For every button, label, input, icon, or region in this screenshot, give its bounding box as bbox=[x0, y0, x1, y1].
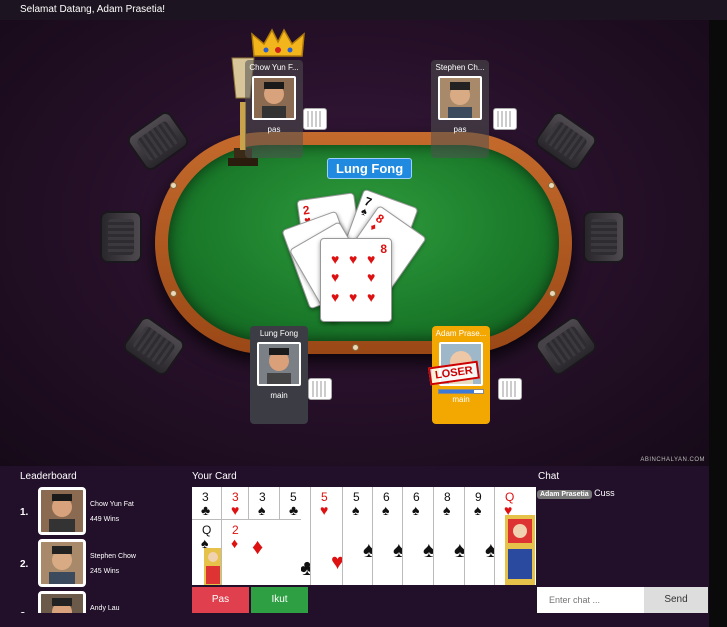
player-status: main bbox=[452, 395, 470, 404]
chair bbox=[124, 108, 192, 174]
leaderboard-entry: 3. Andy Lau bbox=[20, 591, 170, 613]
card-pip: ♥ bbox=[349, 289, 358, 305]
card-pip: ♥ bbox=[367, 269, 376, 285]
leaderboard-avatar bbox=[38, 539, 86, 587]
player-name: Stephen Ch... bbox=[435, 63, 485, 72]
card-suit: ♣ bbox=[289, 502, 299, 518]
leaderboard-rank: 2. bbox=[20, 559, 29, 570]
played-card: 8 ♥ ♥ ♥ ♥ ♥ ♥ ♥ ♥ bbox=[320, 238, 392, 322]
pass-button[interactable]: Pas bbox=[192, 587, 249, 613]
card-suit: ♥ bbox=[231, 502, 240, 518]
player-seat-bottom-left: Lung Fong main bbox=[250, 326, 308, 424]
card-pip: ♥ bbox=[349, 251, 358, 267]
player-seat-top-right: Stephen Ch... pas bbox=[431, 60, 489, 158]
chat-username: Adam Prasetia bbox=[537, 490, 592, 499]
card-stack-icon bbox=[498, 378, 522, 400]
rim-light bbox=[170, 290, 177, 297]
top-bar: Selamat Datang, Adam Prasetia! bbox=[0, 0, 727, 20]
card-stack-icon bbox=[493, 108, 517, 130]
chat-input[interactable] bbox=[537, 587, 644, 613]
rim-light bbox=[170, 182, 177, 189]
card-pip: ♥ bbox=[331, 269, 340, 285]
card-suit: ♠ bbox=[474, 502, 482, 518]
card-suit: ♥ bbox=[320, 502, 329, 518]
turn-timer-bar bbox=[438, 389, 484, 394]
rim-light bbox=[549, 290, 556, 297]
send-button[interactable]: Send bbox=[644, 587, 708, 613]
leaderboard-name: Chow Yun Fat bbox=[90, 501, 134, 508]
hand-cards: 3 ♣ 3 ♥ 3 ♠ 5 ♣ ♣ 5 ♥ ♥ 5 ♠ ♠ 6 ♠ ♠ 6 ♠ … bbox=[192, 487, 536, 585]
hand-title: Your Card bbox=[192, 471, 237, 482]
chair bbox=[532, 313, 600, 379]
queen-face-icon bbox=[505, 515, 535, 585]
card-pip: ♥ bbox=[367, 251, 376, 267]
leaderboard-name: Andy Lau bbox=[90, 605, 120, 612]
crown-icon bbox=[251, 28, 305, 57]
chat-title: Chat bbox=[538, 471, 560, 482]
card-stack-icon bbox=[303, 108, 327, 130]
right-edge bbox=[709, 20, 727, 627]
leaderboard-wins: 449 Wins bbox=[90, 516, 120, 523]
rim-light bbox=[352, 344, 359, 351]
leaderboard-avatar bbox=[38, 487, 86, 535]
leaderboard-title: Leaderboard bbox=[20, 471, 77, 482]
card-suit: ♣ bbox=[201, 502, 211, 518]
player-name: Lung Fong bbox=[259, 329, 299, 338]
player-avatar bbox=[252, 76, 296, 120]
leaderboard-entry: 1. Chow Yun Fat 449 Wins bbox=[20, 487, 170, 539]
card-pip: ♦ bbox=[252, 534, 264, 559]
card-pip: ♥ bbox=[331, 289, 340, 305]
card-suit: ♠ bbox=[412, 502, 420, 518]
card-rank: 8 bbox=[380, 242, 387, 256]
game-table-area: Chow Yun F... pas Stephen Ch... pas Lung… bbox=[0, 20, 709, 466]
chat-message: Adam Prasetia Cuss bbox=[537, 488, 615, 499]
leaderboard-avatar bbox=[38, 591, 86, 613]
card-suit: ♠ bbox=[258, 502, 266, 518]
chair bbox=[100, 211, 142, 263]
hand-card[interactable]: 2 ♦ ♦ bbox=[221, 519, 301, 585]
leaderboard-wins: 245 Wins bbox=[90, 568, 120, 575]
chair bbox=[583, 211, 625, 263]
leaderboard-rank: 1. bbox=[20, 507, 29, 518]
player-name: Adam Prase... bbox=[435, 329, 487, 338]
player-avatar bbox=[438, 76, 482, 120]
player-status: pas bbox=[267, 125, 281, 134]
card-suit: ♠ bbox=[382, 502, 390, 518]
chair bbox=[120, 313, 188, 379]
leaderboard-name: Stephen Chow bbox=[90, 553, 136, 560]
player-name: Chow Yun F... bbox=[249, 63, 299, 72]
card-stack-icon bbox=[308, 378, 332, 400]
welcome-message: Selamat Datang, Adam Prasetia! bbox=[20, 4, 166, 15]
card-pip: ♥ bbox=[367, 289, 376, 305]
card-suit: ♠ bbox=[352, 502, 360, 518]
player-seat-top-left: Chow Yun F... pas bbox=[245, 60, 303, 158]
follow-button[interactable]: Ikut bbox=[251, 587, 308, 613]
chair bbox=[532, 108, 600, 174]
leaderboard-entry: 2. Stephen Chow 245 Wins bbox=[20, 539, 170, 591]
hand-card[interactable]: Q ♥ bbox=[494, 487, 536, 585]
rim-light bbox=[548, 182, 555, 189]
current-turn-label: Lung Fong bbox=[327, 158, 413, 179]
card-pip: ♥ bbox=[331, 251, 340, 267]
chat-text: Cuss bbox=[594, 488, 615, 498]
card-suit: ♦ bbox=[367, 220, 379, 234]
card-suit: ♠ bbox=[359, 205, 369, 219]
player-status: main bbox=[270, 391, 288, 400]
player-avatar bbox=[257, 342, 301, 386]
card-suit: ♦ bbox=[231, 535, 239, 551]
queen-face-icon bbox=[204, 548, 222, 585]
card-suit: ♠ bbox=[443, 502, 451, 518]
leaderboard-rank: 3. bbox=[20, 611, 28, 613]
player-status: pas bbox=[453, 125, 467, 134]
watermark: ABINCHALYAN.COM bbox=[640, 457, 705, 463]
